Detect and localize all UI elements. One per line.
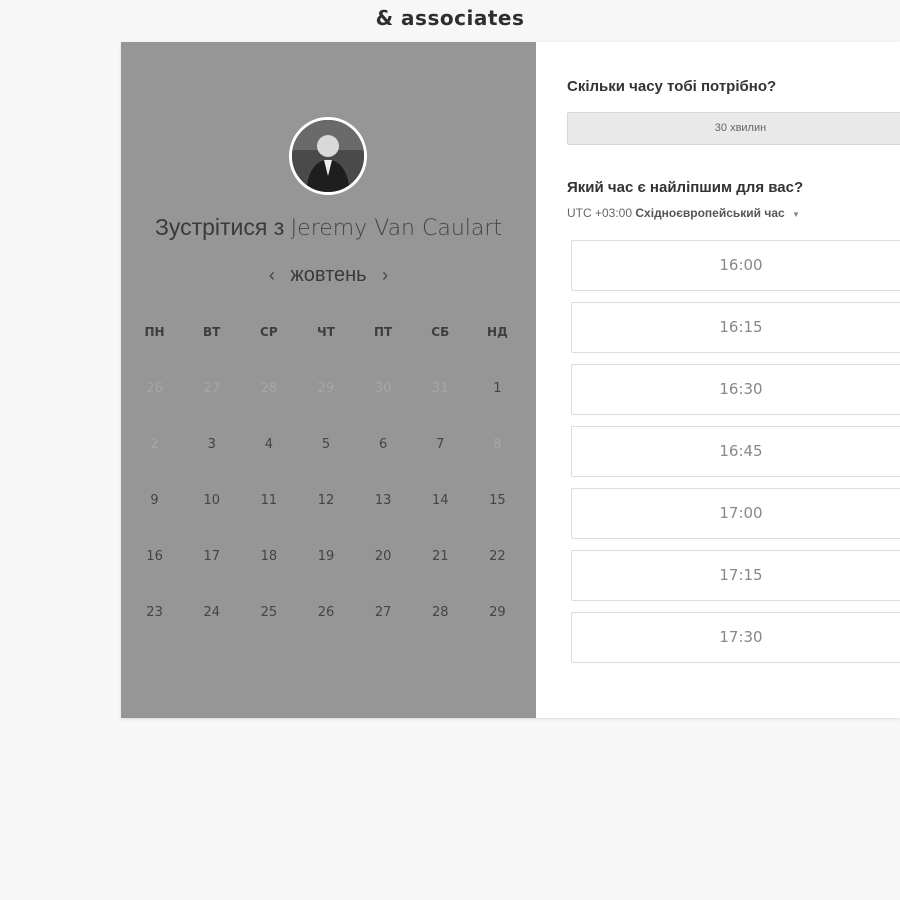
calendar-day[interactable]: 7 (412, 425, 469, 481)
duration-select[interactable]: 30 хвилин (567, 112, 900, 145)
calendar-day: 31 (432, 381, 449, 396)
calendar-day[interactable]: 28 (412, 593, 469, 649)
calendar-day[interactable]: 12 (297, 481, 354, 537)
calendar-day: 29 (317, 381, 335, 396)
weekday-label: СР (260, 325, 278, 339)
calendar-day[interactable]: 26 (297, 593, 354, 649)
calendar-day[interactable]: 17 (183, 537, 240, 593)
calendar-day[interactable]: 6 (355, 425, 412, 481)
calendar-day: 27 (203, 381, 220, 396)
calendar-day[interactable]: 5 (297, 425, 354, 481)
calendar-grid: 26 27 28 29 30 31 1 2 3 4 5 6 7 8 9 10 11 12 13 14 15 16 17 18 1… (126, 369, 526, 649)
calendar-day: 2 (150, 437, 159, 452)
time-question: Який час є найліпшим для вас? (567, 179, 804, 196)
weekday-label: ПТ (374, 325, 393, 339)
weekday-label: ПН (144, 325, 165, 339)
meeting-title: Зустрітися з Jeremy Van Caulart (121, 214, 536, 241)
calendar-day[interactable]: 23 (126, 593, 183, 649)
calendar-day[interactable]: 10 (183, 481, 240, 537)
time-slot-button[interactable]: 16:15 (571, 302, 900, 353)
weekday-header: ПН ВТ СР ЧТ ПТ СБ НД (126, 325, 526, 339)
calendar-day[interactable]: 18 (240, 537, 297, 593)
calendar-day: 30 (374, 381, 392, 396)
scheduler-card: Зустрітися з Jeremy Van Caulart ‹ жовтен… (121, 42, 900, 718)
weekday-label: СБ (431, 325, 450, 339)
calendar-day[interactable]: 25 (240, 593, 297, 649)
calendar-day[interactable]: 9 (126, 481, 183, 537)
brand-logo-text: & associates (375, 6, 525, 30)
calendar-day[interactable]: 21 (412, 537, 469, 593)
time-slot-button[interactable]: 17:30 (571, 612, 900, 663)
calendar-day[interactable]: 13 (355, 481, 412, 537)
calendar-day[interactable]: 1 (469, 369, 526, 425)
meet-prefix: Зустрітися з (154, 214, 291, 240)
timezone-name: Східноєвропейський час (635, 206, 785, 220)
time-slot-button[interactable]: 16:00 (571, 240, 900, 291)
calendar-day[interactable]: 20 (355, 537, 412, 593)
time-slot-button[interactable]: 17:00 (571, 488, 900, 539)
next-month-icon[interactable]: › (372, 265, 398, 285)
calendar-day[interactable]: 29 (469, 593, 526, 649)
time-slot-button[interactable]: 16:45 (571, 426, 900, 477)
month-navigator: ‹ жовтень › (121, 264, 536, 287)
time-slot-button[interactable]: 16:30 (571, 364, 900, 415)
weekday-label: ВТ (203, 325, 221, 339)
month-label: жовтень (290, 264, 367, 286)
time-panel: Скільки часу тобі потрібно? 30 хвилин Як… (536, 42, 900, 718)
calendar-day[interactable]: 15 (469, 481, 526, 537)
caret-down-icon: ▼ (792, 210, 800, 219)
calendar-panel: Зустрітися з Jeremy Van Caulart ‹ жовтен… (121, 42, 536, 718)
calendar-day: 26 (146, 381, 163, 396)
weekday-label: НД (487, 325, 508, 339)
calendar-day[interactable]: 11 (240, 481, 297, 537)
calendar-day[interactable]: 22 (469, 537, 526, 593)
calendar-day[interactable]: 19 (297, 537, 354, 593)
calendar-day[interactable]: 4 (240, 425, 297, 481)
calendar-day[interactable]: 27 (355, 593, 412, 649)
person-photo-icon (292, 120, 364, 192)
time-slot-button[interactable]: 17:15 (571, 550, 900, 601)
calendar-day[interactable]: 16 (126, 537, 183, 593)
calendar-day[interactable]: 24 (183, 593, 240, 649)
duration-question: Скільки часу тобі потрібно? (567, 78, 777, 95)
prev-month-icon[interactable]: ‹ (259, 265, 285, 285)
avatar (289, 117, 367, 195)
timezone-offset: UTC +03:00 (567, 206, 633, 220)
calendar-day[interactable]: 14 (412, 481, 469, 537)
calendar-day: 8 (493, 437, 502, 452)
calendar-day: 28 (260, 381, 278, 396)
timezone-selector[interactable]: UTC +03:00 Східноєвропейський час ▼ (567, 206, 800, 220)
weekday-label: ЧТ (317, 325, 335, 339)
person-name: Jeremy Van Caulart (290, 216, 503, 241)
calendar-day[interactable]: 3 (183, 425, 240, 481)
time-slot-list: 16:00 16:15 16:30 16:45 17:00 17:15 17:30 (571, 240, 900, 666)
